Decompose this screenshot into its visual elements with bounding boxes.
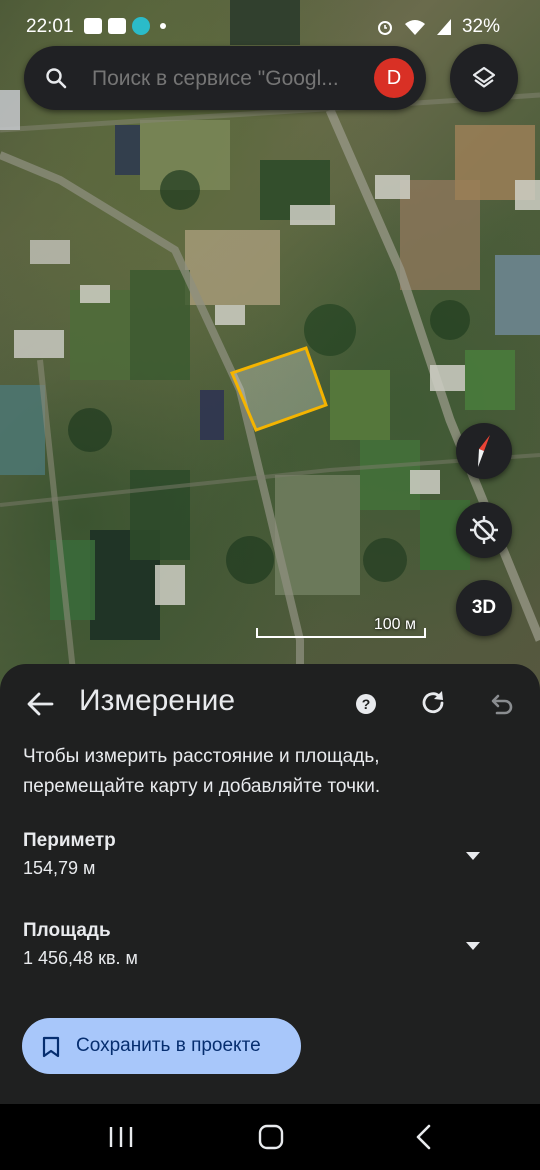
system-icons: 32%	[376, 16, 500, 38]
battery-level: 32%	[461, 16, 500, 37]
more-notifications-icon	[160, 23, 166, 29]
notification-icons	[84, 17, 166, 35]
area-row[interactable]: Площадь 1 456,48 кв. м	[23, 920, 503, 990]
help-icon[interactable]: ?	[352, 690, 380, 718]
save-to-project-button[interactable]: Сохранить в проекте	[22, 1018, 301, 1074]
svg-text:?: ?	[362, 696, 371, 712]
area-unit-dropdown-icon[interactable]	[459, 936, 487, 956]
save-button-label: Сохранить в проекте	[76, 1035, 261, 1056]
refresh-icon[interactable]	[418, 688, 448, 718]
wifi-icon	[404, 20, 425, 35]
map-scale: 100 м	[256, 614, 426, 638]
search-input[interactable]	[90, 64, 374, 94]
recent-apps-icon[interactable]	[108, 1126, 134, 1148]
layers-icon	[472, 66, 496, 88]
search-bar[interactable]: D	[24, 46, 426, 110]
youtube-icon	[108, 18, 126, 34]
instructions-text: Чтобы измерить расстояние и площадь, пер…	[23, 746, 381, 797]
sheet-title: Измерение	[79, 684, 236, 717]
signal-icon	[436, 19, 451, 35]
system-nav-bar	[0, 1104, 540, 1170]
back-icon[interactable]	[412, 1124, 434, 1150]
alarm-icon	[377, 21, 392, 35]
location-disabled-icon	[470, 516, 498, 544]
ok-app-icon	[132, 17, 150, 35]
perimeter-value: 154,79 м	[23, 858, 96, 878]
scale-bar	[256, 628, 426, 638]
compass-button[interactable]	[456, 423, 512, 479]
back-arrow-icon[interactable]	[22, 686, 58, 722]
compass-icon	[478, 435, 490, 467]
measure-sheet: Измерение ? Чтобы измерить расстояние и …	[0, 664, 540, 1104]
search-icon[interactable]	[44, 66, 68, 90]
area-value: 1 456,48 кв. м	[23, 948, 138, 968]
perimeter-label: Периметр	[23, 830, 116, 851]
3d-toggle-button[interactable]: 3D	[456, 580, 512, 636]
my-location-button[interactable]	[456, 502, 512, 558]
bookmark-icon	[42, 1036, 60, 1058]
sheet-header: Измерение ?	[0, 664, 540, 744]
area-label: Площадь	[23, 920, 111, 941]
perimeter-unit-dropdown-icon[interactable]	[459, 846, 487, 866]
status-time: 22:01	[26, 16, 74, 37]
layers-button[interactable]	[450, 44, 518, 112]
gallery-icon	[84, 18, 102, 34]
home-icon[interactable]	[258, 1124, 284, 1150]
account-avatar[interactable]: D	[374, 58, 414, 98]
perimeter-row[interactable]: Периметр 154,79 м	[23, 830, 503, 900]
undo-icon[interactable]	[486, 690, 516, 720]
